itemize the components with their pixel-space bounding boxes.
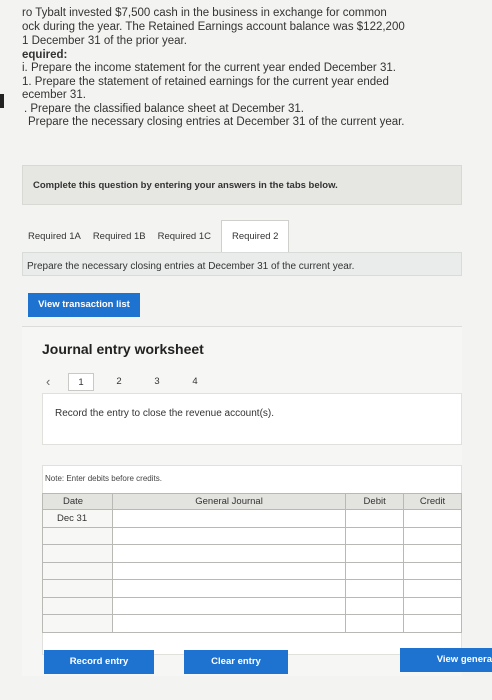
debit-input[interactable]	[345, 509, 405, 528]
account-input[interactable]	[111, 509, 347, 528]
credit-input[interactable]	[403, 526, 462, 545]
table-row	[42, 526, 462, 545]
worksheet-title: Journal entry worksheet	[42, 341, 204, 357]
page-edge-mark	[0, 94, 4, 108]
tab-instruction: Prepare the necessary closing entries at…	[22, 252, 462, 276]
table-row: Dec 31	[42, 509, 462, 528]
table-row	[42, 544, 462, 563]
account-input[interactable]	[111, 596, 347, 615]
journal-header-row: Date General Journal Debit Credit	[42, 493, 462, 510]
view-transaction-list-button[interactable]: View transaction list	[28, 293, 140, 317]
required-item: i. Prepare the income statement for the …	[22, 62, 396, 74]
date-cell	[42, 544, 113, 563]
account-input[interactable]	[111, 614, 347, 633]
column-credit: Credit	[403, 493, 462, 510]
clear-entry-button[interactable]: Clear entry	[184, 650, 288, 674]
credit-input[interactable]	[403, 509, 462, 528]
debits-credits-note: Note: Enter debits before credits.	[45, 474, 162, 483]
credit-input[interactable]	[403, 596, 462, 615]
date-cell	[42, 579, 113, 598]
required-item: . Prepare the classified balance sheet a…	[24, 102, 304, 115]
debit-input[interactable]	[345, 596, 405, 615]
date-cell	[42, 526, 113, 545]
table-row	[42, 579, 462, 598]
table-row	[42, 561, 462, 580]
problem-intro: ro Tybalt invested $7,500 cash in the bu…	[22, 6, 462, 130]
required-item: Prepare the necessary closing entries at…	[28, 116, 405, 128]
journal-table: Date General Journal Debit Credit Dec 31	[42, 493, 462, 633]
column-general-journal: General Journal	[111, 493, 347, 510]
intro-line-3: 1 December 31 of the prior year.	[22, 35, 187, 47]
account-input[interactable]	[111, 544, 347, 563]
record-entry-button[interactable]: Record entry	[44, 650, 154, 674]
entry-pager: ‹ 1 2 3 4	[46, 373, 214, 391]
instructions-banner: Complete this question by entering your …	[22, 165, 462, 205]
tab-required-2[interactable]: Required 2	[220, 220, 290, 252]
credit-input[interactable]	[403, 544, 462, 563]
intro-line-2: ock during the year. The Retained Earnin…	[22, 21, 405, 33]
required-item: 1. Prepare the statement of retained ear…	[22, 75, 389, 88]
debit-input[interactable]	[345, 561, 405, 580]
entry-description-panel: Record the entry to close the revenue ac…	[42, 393, 462, 445]
view-general-journal-button[interactable]: View genera	[400, 648, 492, 672]
page-2[interactable]: 2	[100, 373, 138, 391]
date-cell	[42, 596, 113, 615]
tab-required-1c[interactable]: Required 1C	[152, 220, 217, 252]
tab-required-1a[interactable]: Required 1A	[22, 220, 87, 252]
entry-description: Record the entry to close the revenue ac…	[55, 408, 275, 419]
date-cell	[42, 561, 113, 580]
date-cell: Dec 31	[42, 509, 113, 528]
date-cell	[42, 614, 113, 633]
table-row	[42, 596, 462, 615]
journal-entry-worksheet: Journal entry worksheet ‹ 1 2 3 4 Record…	[22, 326, 462, 676]
credit-input[interactable]	[403, 614, 462, 633]
required-list: i. Prepare the income statement for the …	[22, 62, 462, 130]
column-debit: Debit	[345, 493, 405, 510]
account-input[interactable]	[111, 561, 347, 580]
credit-input[interactable]	[403, 579, 462, 598]
page-4[interactable]: 4	[176, 373, 214, 391]
requirement-tabs: Required 1A Required 1B Required 1C Requ…	[22, 220, 290, 252]
page-1[interactable]: 1	[68, 373, 94, 391]
table-row	[42, 614, 462, 633]
page-3[interactable]: 3	[138, 373, 176, 391]
chevron-left-icon[interactable]: ‹	[46, 373, 68, 391]
tab-required-1b[interactable]: Required 1B	[87, 220, 152, 252]
intro-line-1: ro Tybalt invested $7,500 cash in the bu…	[22, 7, 387, 19]
debit-input[interactable]	[345, 579, 405, 598]
column-date: Date	[42, 493, 113, 510]
credit-input[interactable]	[403, 561, 462, 580]
debit-input[interactable]	[345, 614, 405, 633]
debit-input[interactable]	[345, 526, 405, 545]
required-title: equired:	[22, 49, 68, 61]
account-input[interactable]	[111, 579, 347, 598]
account-input[interactable]	[111, 526, 347, 545]
debit-input[interactable]	[345, 544, 405, 563]
required-item: ecember 31.	[22, 89, 86, 101]
